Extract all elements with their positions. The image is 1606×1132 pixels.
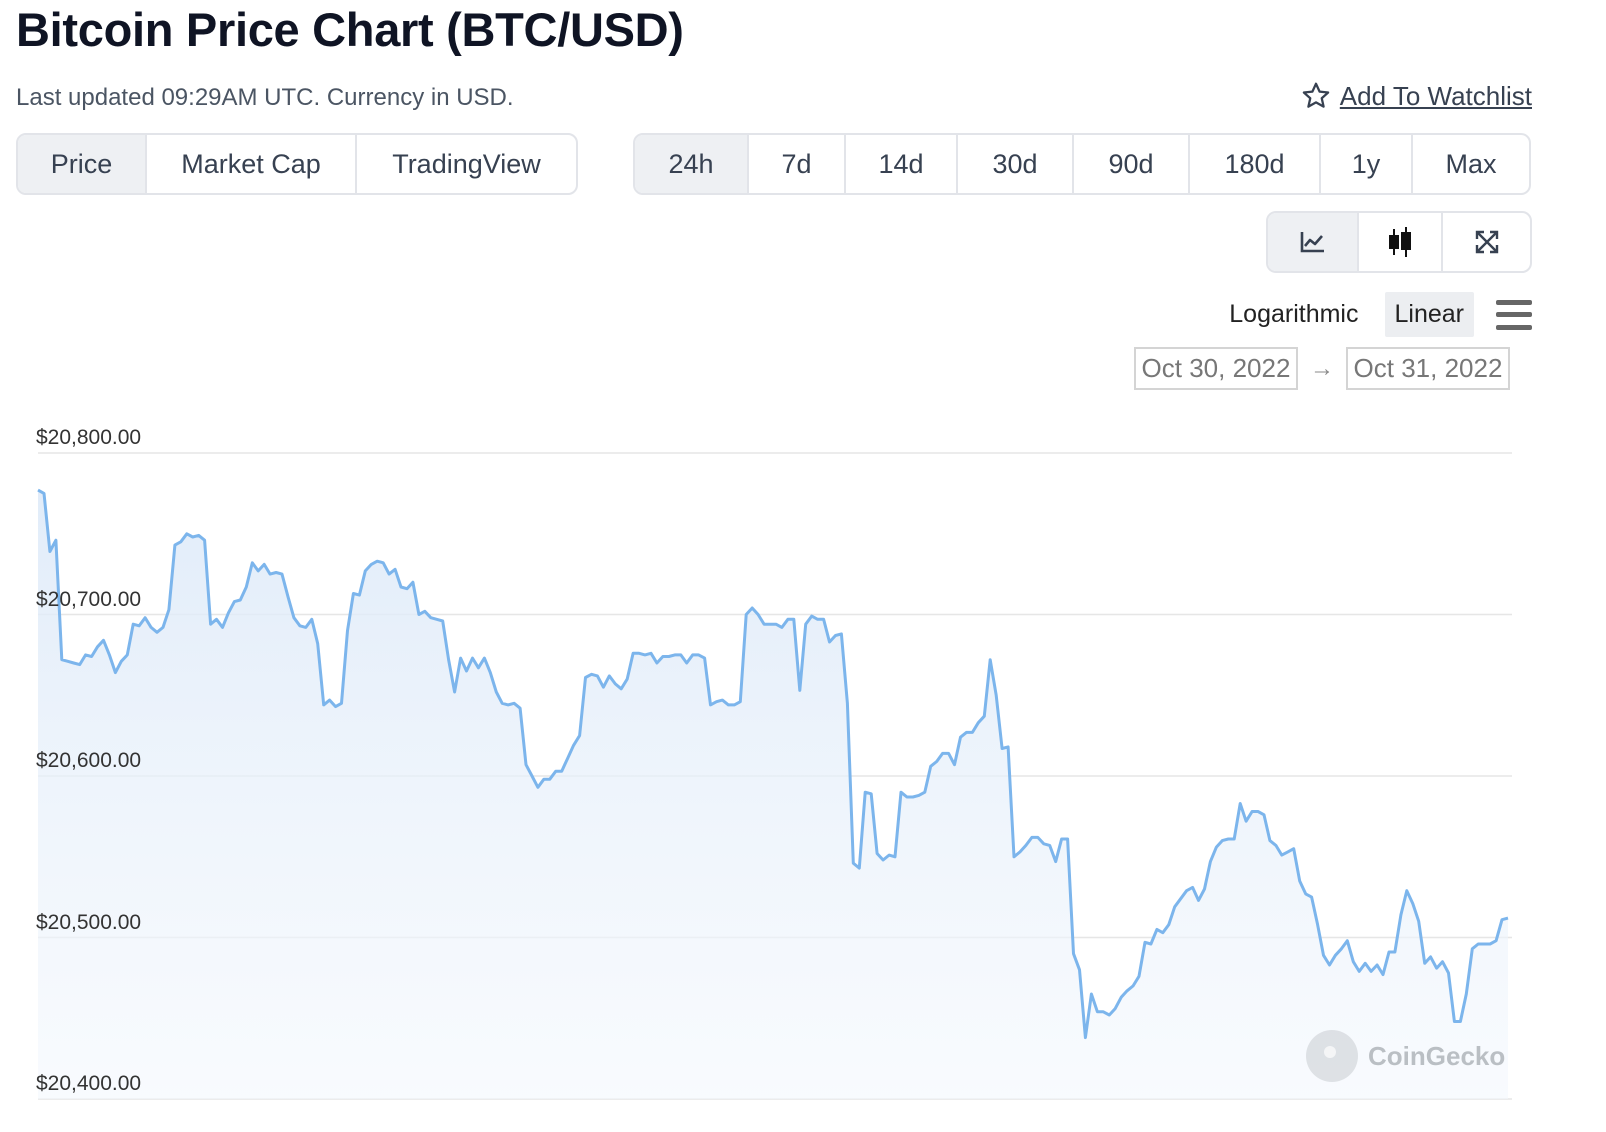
coingecko-watermark: CoinGecko (1306, 1030, 1505, 1082)
price-area-fill (38, 490, 1508, 1100)
watermark-text: CoinGecko (1368, 1040, 1506, 1071)
price-chart[interactable] (0, 0, 1606, 1132)
y-axis-tick-label: $20,500.00 (36, 910, 142, 934)
y-axis-tick-label: $20,600.00 (36, 749, 142, 772)
y-axis-tick-label: $20,400.00 (36, 1072, 142, 1095)
coingecko-logo-icon (1306, 1030, 1358, 1082)
y-axis-tick-label: $20,800.00 (36, 426, 142, 449)
y-axis-tick-label: $20,700.00 (36, 587, 142, 611)
